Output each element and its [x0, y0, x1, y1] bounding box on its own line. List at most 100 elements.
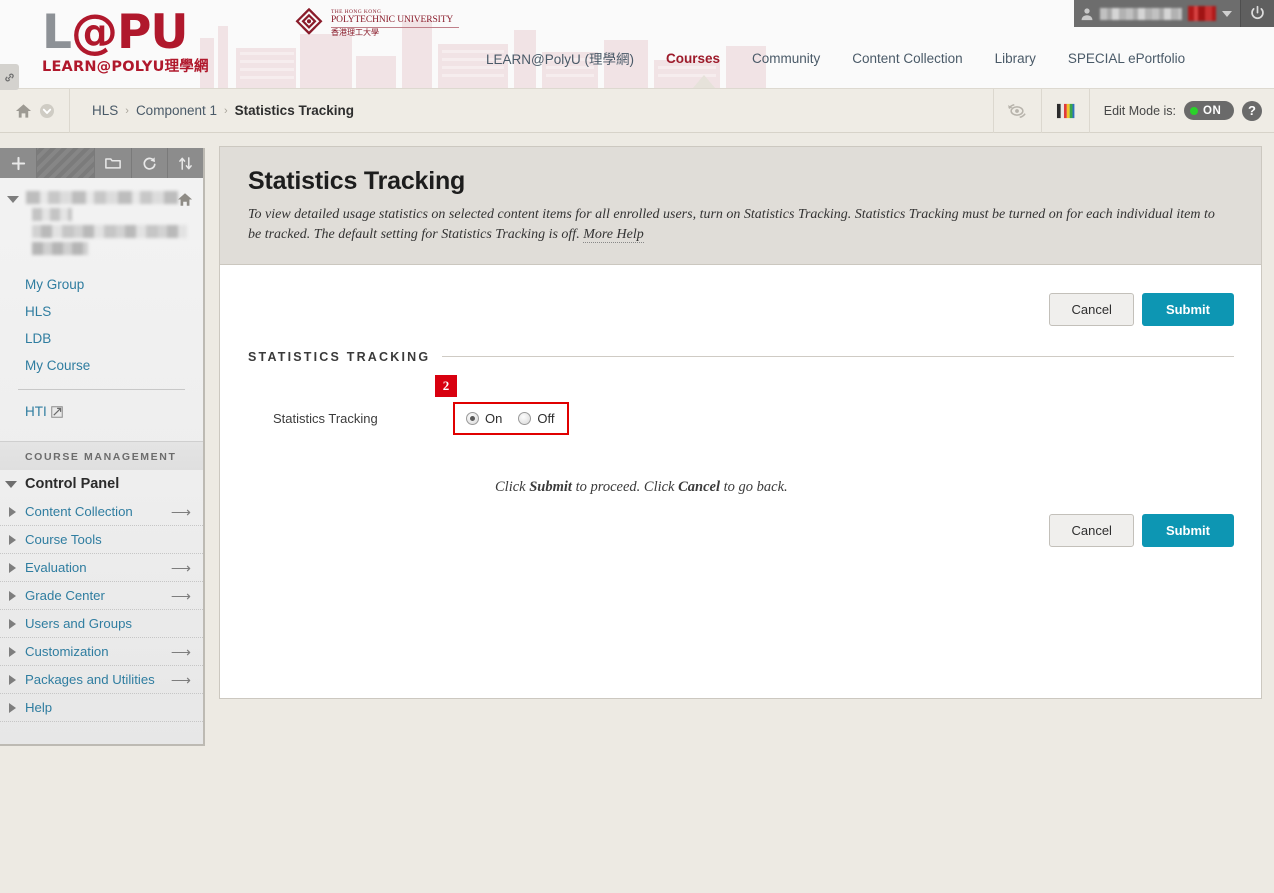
sidebar-item-my-group[interactable]: My Group [25, 271, 203, 298]
control-panel-label: Control Panel [25, 476, 120, 492]
top-action-buttons: Cancel Submit [220, 265, 1261, 326]
nav-item-learn-polyu[interactable]: LEARN@PolyU (理學網) [470, 48, 650, 68]
folder-icon [105, 158, 121, 169]
submit-button-top[interactable]: Submit [1141, 292, 1234, 326]
nav-item-community[interactable]: Community [736, 51, 836, 66]
course-management-header: COURSE MANAGEMENT [0, 441, 203, 470]
breadcrumb-item-component-1[interactable]: Component 1 [136, 103, 217, 118]
sidebar-item-label[interactable]: Users and Groups [25, 616, 132, 631]
nav-item-courses[interactable]: Courses [650, 51, 736, 66]
sidebar-toolbar [0, 148, 203, 178]
sidebar-item-help[interactable]: Help [0, 694, 203, 722]
sidebar-item-label[interactable]: Packages and Utilities [25, 672, 155, 687]
course-name-redacted [32, 242, 88, 255]
lapu-logo[interactable]: L@PU LEARN@POLYU理學網 [42, 8, 222, 80]
sidebar-item-label[interactable]: Evaluation [25, 560, 87, 575]
cancel-button-bottom[interactable]: Cancel [1049, 513, 1134, 547]
triangle-right-icon[interactable] [9, 646, 16, 657]
chevron-down-circle-icon[interactable] [39, 103, 55, 119]
control-panel-title-row[interactable]: Control Panel [0, 470, 203, 498]
radio-on-input[interactable] [466, 411, 479, 425]
logo-letter-l: L [42, 5, 72, 60]
hint-submit-word: Submit [529, 478, 572, 495]
nav-item-special-eportfolio[interactable]: SPECIAL ePortfolio [1052, 51, 1201, 66]
sidebar-item-hti-label[interactable]: HTI [25, 404, 47, 419]
radio-off-label: Off [537, 410, 555, 426]
course-menu-sidebar: My Group HLS LDB My Course HTI COURSE MA… [0, 148, 205, 746]
submit-button-bottom[interactable]: Submit [1141, 513, 1234, 547]
triangle-right-icon[interactable] [9, 506, 16, 517]
sidebar-item-hls[interactable]: HLS [25, 298, 203, 325]
breadcrumb-separator: › [125, 104, 129, 117]
sidebar-item-packages-and-utilities[interactable]: Packages and Utilities ⟶ [0, 666, 203, 694]
breadcrumb-actions: Edit Mode is: ON ? [992, 88, 1274, 133]
nav-item-library[interactable]: Library [979, 51, 1052, 66]
triangle-right-icon[interactable] [9, 534, 16, 545]
sidebar-item-label[interactable]: Help [25, 700, 52, 715]
polyu-emblem-icon [295, 7, 323, 35]
hint-prefix: Click [495, 478, 530, 495]
radio-option-off[interactable]: Off [518, 411, 554, 426]
sidebar-item-my-course[interactable]: My Course [25, 352, 203, 379]
sidebar-toolbar-drag-area[interactable] [36, 148, 95, 178]
page-header: Statistics Tracking To view detailed usa… [220, 147, 1261, 265]
triangle-right-icon[interactable] [9, 674, 16, 685]
goto-arrow-icon[interactable]: ⟶ [171, 561, 191, 575]
university-name-line3: 香港理工大學 [331, 28, 379, 38]
goto-arrow-icon[interactable]: ⟶ [171, 589, 191, 603]
sidebar-item-course-tools[interactable]: Course Tools [0, 526, 203, 554]
nav-item-content-collection[interactable]: Content Collection [836, 51, 978, 66]
home-icon[interactable] [15, 103, 32, 119]
notification-badge[interactable] [1188, 6, 1216, 21]
triangle-down-icon[interactable] [7, 196, 19, 203]
sidebar-item-label[interactable]: Content Collection [25, 504, 133, 519]
triangle-right-icon[interactable] [9, 618, 16, 629]
section-title: STATISTICS TRACKING [248, 349, 431, 364]
goto-arrow-icon[interactable]: ⟶ [171, 505, 191, 519]
breadcrumb-item-hls[interactable]: HLS [92, 103, 118, 118]
annotation-badge-2: 2 [435, 374, 457, 397]
cancel-button-top[interactable]: Cancel [1049, 292, 1134, 326]
breadcrumb-separator: › [224, 104, 228, 117]
user-menu[interactable] [1074, 0, 1240, 27]
course-link-tab[interactable] [0, 64, 19, 90]
more-help-link[interactable]: More Help [583, 227, 644, 244]
sidebar-item-grade-center[interactable]: Grade Center ⟶ [0, 582, 203, 610]
radio-option-on[interactable]: On [466, 411, 502, 426]
sidebar-item-label[interactable]: Customization [25, 644, 109, 659]
course-home-icon[interactable] [177, 192, 193, 207]
triangle-right-icon[interactable] [9, 702, 16, 713]
sort-updown-icon [179, 156, 192, 170]
plus-icon [11, 156, 25, 170]
sidebar-item-label[interactable]: Grade Center [25, 588, 105, 603]
sidebar-item-hti[interactable]: HTI [0, 390, 203, 419]
refresh-preview-button[interactable] [992, 88, 1041, 133]
add-menu-item-button[interactable] [0, 148, 36, 178]
sidebar-item-content-collection[interactable]: Content Collection ⟶ [0, 498, 203, 526]
sidebar-item-label[interactable]: Course Tools [25, 532, 102, 547]
triangle-right-icon[interactable] [9, 562, 16, 573]
sidebar-item-evaluation[interactable]: Evaluation ⟶ [0, 554, 203, 582]
sidebar-item-users-and-groups[interactable]: Users and Groups [0, 610, 203, 638]
hint-suffix: to go back. [720, 478, 788, 495]
logout-button[interactable] [1240, 0, 1274, 27]
sidebar-item-customization[interactable]: Customization ⟶ [0, 638, 203, 666]
edit-mode-toggle[interactable]: ON [1184, 101, 1234, 120]
breadcrumb: HLS › Component 1 › Statistics Tracking [70, 103, 354, 118]
statistics-tracking-page: Statistics Tracking To view detailed usa… [219, 146, 1262, 699]
folder-view-button[interactable] [95, 148, 131, 178]
sort-menu-button[interactable] [167, 148, 203, 178]
goto-arrow-icon[interactable]: ⟶ [171, 645, 191, 659]
help-button[interactable]: ? [1242, 100, 1262, 121]
course-menu-links: My Group HLS LDB My Course [0, 265, 203, 379]
goto-arrow-icon[interactable]: ⟶ [171, 673, 191, 687]
edit-mode-state: ON [1203, 104, 1222, 117]
sidebar-item-ldb[interactable]: LDB [25, 325, 203, 352]
chevron-down-icon[interactable] [1222, 10, 1232, 17]
section-divider [442, 356, 1234, 358]
triangle-right-icon[interactable] [9, 590, 16, 601]
main-navigation: LEARN@PolyU (理學網) Courses Community Cont… [470, 48, 1201, 68]
radio-off-input[interactable] [518, 411, 532, 425]
refresh-menu-button[interactable] [131, 148, 167, 178]
theme-selector-button[interactable] [1040, 88, 1089, 133]
